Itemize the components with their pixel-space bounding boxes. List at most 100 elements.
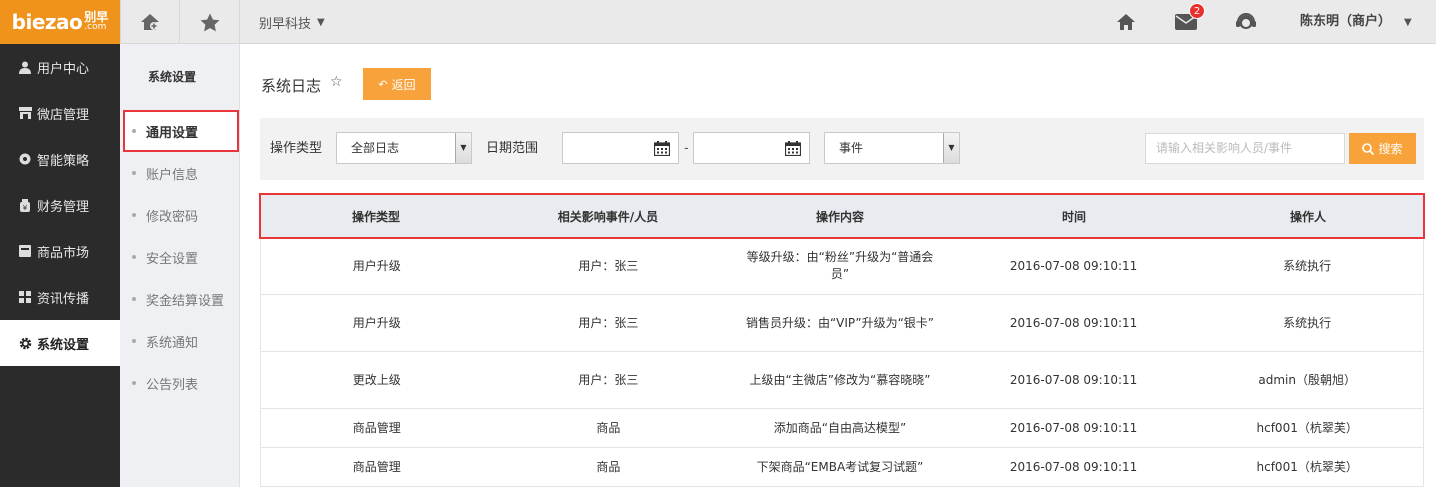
support-button[interactable] <box>1234 10 1258 34</box>
search-icon <box>1362 142 1375 155</box>
user-caret-down-icon[interactable]: ▼ <box>1404 17 1412 28</box>
nav-item-smart-strategy[interactable]: 智能策略 <box>0 136 120 182</box>
subnav-item-change-password[interactable]: 修改密码 <box>120 194 239 236</box>
company-name: 别早科技 <box>259 16 312 32</box>
cell-type: 用户升级 <box>352 315 401 330</box>
subnav-item-bonus-settlement[interactable]: 奖金结算设置 <box>120 278 239 320</box>
bulb-icon <box>18 152 32 166</box>
start-date-input[interactable] <box>562 132 679 164</box>
filter-bar: 操作类型 全部日志 ▼ 日期范围 - 事件 ▼ 请输入相关影响人员/事件 搜索 <box>260 118 1424 180</box>
nav-item-product-market[interactable]: 商品市场 <box>0 228 120 274</box>
home-button[interactable] <box>1114 10 1138 34</box>
search-button-label: 搜索 <box>1378 142 1403 156</box>
top-bar: biezao 别早 .com 别早科技 ▼ 2 陈东明（商户） ▼ <box>0 0 1436 44</box>
cell-operator: admin（殷朝旭） <box>1258 372 1356 387</box>
table-row[interactable]: 用户升级 用户：张三 销售员升级：由“VIP”升级为“银卡” 2016-07-0… <box>260 295 1424 352</box>
cell-content-wrap: 等级升级：由“粉丝”升级为“普通会员” <box>724 238 956 294</box>
cell-type: 商品管理 <box>352 420 401 435</box>
subnav-item-account-info[interactable]: 账户信息 <box>120 152 239 194</box>
cell-affected: 用户：张三 <box>578 258 639 273</box>
bullet-dot-icon <box>132 129 136 133</box>
mail-badge: 2 <box>1189 3 1205 19</box>
nav-item-label: 智能策略 <box>37 153 90 169</box>
nav-item-shop-management[interactable]: 微店管理 <box>0 90 120 136</box>
home-plus-icon <box>141 14 159 30</box>
home-shortcut-button[interactable] <box>120 0 180 44</box>
subnav-item-label: 公告列表 <box>146 377 199 393</box>
back-button-label: 返回 <box>391 77 416 92</box>
cell-time: 2016-07-08 09:10:11 <box>1009 459 1138 474</box>
cell-type: 更改上级 <box>352 372 401 387</box>
logo-text: biezao <box>11 10 83 34</box>
date-range-label: 日期范围 <box>486 141 539 156</box>
cell-time: 2016-07-08 09:10:11 <box>1009 258 1138 273</box>
column-header-affected[interactable]: 相关影响事件/人员 <box>492 194 724 238</box>
grid-icon <box>18 290 32 304</box>
subnav-item-announcements[interactable]: 公告列表 <box>120 362 239 404</box>
type-filter-label: 操作类型 <box>270 141 323 156</box>
cell-content: 上级由“主微店”修改为“慕容晓晓” <box>749 372 931 387</box>
market-icon <box>18 244 32 258</box>
table-row[interactable]: 商品管理 商品 下架商品“EMBA考试复习试题” 2016-07-08 09:1… <box>260 448 1424 487</box>
cell-affected: 用户：张三 <box>578 372 639 387</box>
search-input[interactable]: 请输入相关影响人员/事件 <box>1145 133 1345 164</box>
nav-item-user-center[interactable]: 用户中心 <box>0 44 120 90</box>
subnav-item-system-notice[interactable]: 系统通知 <box>120 320 239 362</box>
nav-item-label: 系统设置 <box>37 337 90 353</box>
bullet-dot-icon <box>132 381 136 385</box>
logo-domain: .com <box>84 22 107 32</box>
cell-operator: 系统执行 <box>1283 315 1332 330</box>
subnav-item-label: 账户信息 <box>146 167 199 183</box>
mail-button[interactable]: 2 <box>1174 3 1205 34</box>
column-header-operator[interactable]: 操作人 <box>1192 194 1424 238</box>
end-date-input[interactable] <box>693 132 810 164</box>
subnav-item-label: 安全设置 <box>146 251 199 267</box>
table-row[interactable]: 用户升级 用户：张三 等级升级：由“粉丝”升级为“普通会员” 2016-07-0… <box>260 238 1424 295</box>
column-header-content[interactable]: 操作内容 <box>724 194 956 238</box>
back-button[interactable]: ↶ 返回 <box>363 68 431 100</box>
table-row[interactable]: 商品管理 商品 添加商品“自由高达模型” 2016-07-08 09:10:11… <box>260 409 1424 448</box>
column-header-type[interactable]: 操作类型 <box>260 194 492 238</box>
star-icon <box>200 13 219 31</box>
column-header-time[interactable]: 时间 <box>956 194 1192 238</box>
subnav-title: 系统设置 <box>148 70 197 84</box>
cell-content: 下架商品“EMBA考试复习试题” <box>756 459 924 474</box>
cell-affected: 用户：张三 <box>578 315 639 330</box>
nav-item-finance[interactable]: ¥ 财务管理 <box>0 182 120 228</box>
cell-content: 等级升级：由“粉丝”升级为“普通会员” <box>746 250 934 281</box>
favorite-button[interactable] <box>180 0 240 44</box>
cell-operator: hcf001（杭翠芙） <box>1256 420 1358 435</box>
reply-arrow-icon: ↶ <box>378 78 388 91</box>
main-content: 系统日志 ☆ ↶ 返回 操作类型 全部日志 ▼ 日期范围 - 事件 ▼ 请输入相… <box>240 44 1436 487</box>
company-dropdown[interactable]: 别早科技 ▼ <box>240 0 350 44</box>
select-arrow-icon: ▼ <box>943 133 959 163</box>
log-table: 操作类型 相关影响事件/人员 操作内容 时间 操作人 用户升级 用户：张三 等级… <box>259 193 1425 487</box>
bullet-dot-icon <box>132 339 136 343</box>
select-arrow-icon: ▼ <box>455 133 471 163</box>
cell-type: 用户升级 <box>352 258 401 273</box>
bullet-dot-icon <box>132 171 136 175</box>
nav-item-label: 资讯传播 <box>37 291 90 307</box>
bullet-dot-icon <box>132 213 136 217</box>
subnav-item-label: 通用设置 <box>146 125 199 141</box>
logo[interactable]: biezao 别早 .com <box>0 0 120 44</box>
cell-time: 2016-07-08 09:10:11 <box>1009 420 1138 435</box>
search-button[interactable]: 搜索 <box>1349 133 1416 164</box>
type-select[interactable]: 全部日志 ▼ <box>336 132 472 164</box>
subnav-item-label: 奖金结算设置 <box>146 293 225 309</box>
event-select[interactable]: 事件 ▼ <box>824 132 960 164</box>
nav-item-news[interactable]: 资讯传播 <box>0 274 120 320</box>
subnav-item-general-settings[interactable]: 通用设置 <box>123 110 239 152</box>
table-row[interactable]: 更改上级 用户：张三 上级由“主微店”修改为“慕容晓晓” 2016-07-08 … <box>260 352 1424 409</box>
cell-content-wrap: 下架商品“EMBA考试复习试题” <box>724 448 956 486</box>
cell-time: 2016-07-08 09:10:11 <box>1009 372 1138 387</box>
cell-content-wrap: 添加商品“自由高达模型” <box>724 409 956 447</box>
nav-item-label: 商品市场 <box>37 245 90 261</box>
nav-item-system-settings[interactable]: 系统设置 <box>0 320 120 366</box>
calendar-icon <box>785 141 801 156</box>
subnav-item-label: 修改密码 <box>146 209 199 225</box>
subnav-item-security[interactable]: 安全设置 <box>120 236 239 278</box>
favorite-star-icon[interactable]: ☆ <box>330 74 343 90</box>
user-name[interactable]: 陈东明（商户） <box>1300 0 1391 44</box>
date-separator: - <box>684 141 689 156</box>
